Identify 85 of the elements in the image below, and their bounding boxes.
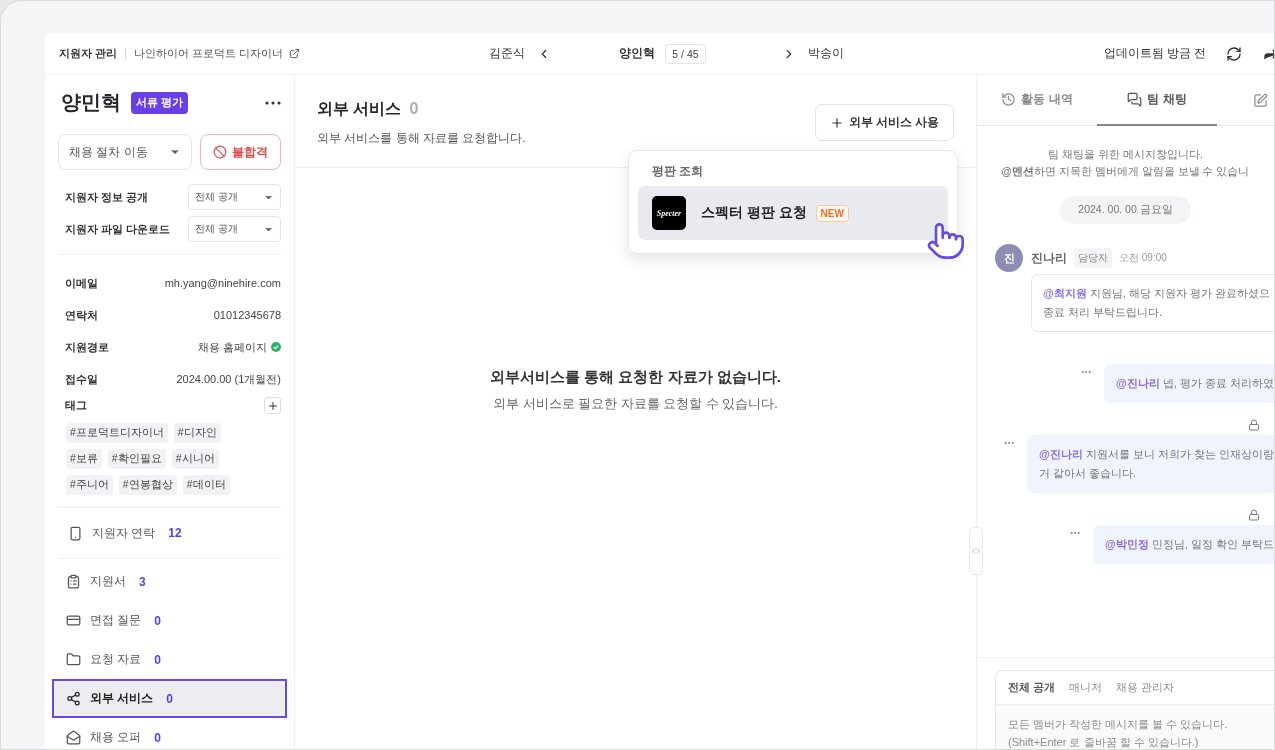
message-input[interactable]: 모든 멤버가 작성한 메시지를 볼 수 있습니다. (Shift+Enter 로 줄바꿈 할 수 있습니다.) <box>996 704 1274 749</box>
section-nav-item[interactable]: 외부 서비스 0 <box>56 683 283 714</box>
clipboard-icon <box>66 574 81 589</box>
visibility-select[interactable]: 전체 공개 <box>188 216 281 242</box>
chat-notice: 팀 채팅을 위한 메시지창입니다. @멘션하면 지목한 멤버에게 알림을 보낼 수 있습니 <box>1000 147 1251 179</box>
tag: #프로덕트디자이너 <box>66 423 168 443</box>
plus-icon <box>266 399 279 412</box>
prohibited-icon <box>213 145 227 159</box>
tag: #주니어 <box>66 475 113 495</box>
date-separator: 2024. 00. 00 금요일 <box>1060 196 1191 224</box>
refresh-button[interactable] <box>1226 45 1242 62</box>
section-nav-item[interactable]: 지원서 3 <box>56 566 283 597</box>
envelope-icon <box>66 730 81 745</box>
tags-label: 태그 <box>65 398 87 413</box>
dropdown-group-label: 평판 조회 <box>651 163 705 180</box>
tag: #보류 <box>66 449 102 469</box>
refresh-icon <box>1226 45 1242 62</box>
add-tag-button[interactable] <box>264 397 281 414</box>
info-label: 연락처 <box>65 307 98 323</box>
folder-icon <box>66 652 81 667</box>
job-link[interactable]: 나인하이어 프로덕트 디자이너 <box>133 46 300 61</box>
info-value: mh.yang@ninehire.com <box>164 277 281 289</box>
section-title: 외부 서비스 0 <box>317 99 420 119</box>
info-label: 이메일 <box>65 275 98 291</box>
panel-resize-handle[interactable] <box>969 527 983 575</box>
candidate-position: 5 / 45 <box>665 43 706 64</box>
info-value: 01012345678 <box>213 309 281 321</box>
section-subtitle: 외부 서비스를 통해 자료를 요청합니다. <box>317 130 526 147</box>
message-bubble: @최지원 지원님, 해당 지원자 평가 완료하셨으 종료 처리 부탁드립니다. <box>1031 274 1274 332</box>
verified-check-icon <box>271 342 281 352</box>
info-label: 지원경로 <box>65 339 109 355</box>
tag: #연봉협상 <box>118 475 177 495</box>
candidate-name: 양민혁 <box>61 90 121 115</box>
reject-button[interactable]: 불합격 <box>200 134 281 170</box>
edit-icon <box>1253 92 1268 108</box>
current-candidate-name: 양인혁 <box>619 45 656 62</box>
add-service-button[interactable]: 외부 서비스 사용 <box>814 104 954 141</box>
message-bubble: @박민정 민정님, 일정 확인 부탁드 <box>1093 525 1274 564</box>
dropdown-item[interactable]: Specter 스펙터 평판 요청 NEW <box>638 186 948 240</box>
lock-icon <box>1248 509 1260 521</box>
section-nav-item[interactable]: 채용 오퍼 0 <box>56 722 283 749</box>
info-value: 2024.00.00 (1개월전) <box>176 371 281 387</box>
chevrons-icon <box>971 546 981 556</box>
phone-icon <box>68 525 83 541</box>
visibility-tab[interactable]: 채용 관리자 <box>1116 680 1175 695</box>
setting-label: 지원자 정보 공개 <box>65 189 149 205</box>
role-badge: 담당자 <box>1074 248 1112 268</box>
share-icon <box>66 691 81 706</box>
visibility-select[interactable]: 전체 공개 <box>188 184 281 210</box>
update-status: 업데이트됨 방금 전 <box>1103 46 1206 61</box>
chat-bubbles-icon <box>1127 92 1143 107</box>
contact-nav-item[interactable]: 지원자 연락 12 <box>58 520 281 546</box>
empty-text: 외부 서비스로 필요한 자료를 요청할 수 있습니다. <box>493 396 778 413</box>
more-button[interactable] <box>265 100 281 105</box>
external-link-icon <box>288 48 300 59</box>
card-icon <box>66 613 81 628</box>
history-icon <box>1001 92 1017 107</box>
more-icon <box>265 100 281 105</box>
info-label: 접수일 <box>65 371 98 387</box>
tag: #디자인 <box>173 423 221 443</box>
avatar: 진 <box>995 244 1023 272</box>
previous-candidate-link[interactable]: 김준식 <box>489 45 526 62</box>
message-time: 오전 09:00 <box>1119 251 1167 265</box>
panel-tab[interactable]: 팀 채팅 <box>1097 75 1217 126</box>
stage-select[interactable]: 채용 절차 이동 <box>58 134 192 170</box>
breadcrumb-section: 지원자 관리 <box>59 46 117 61</box>
next-candidate-link[interactable]: 박송이 <box>807 45 844 62</box>
stage-badge: 서류 평가 <box>131 91 188 114</box>
service-logo: Specter <box>652 196 686 230</box>
lock-icon <box>1248 419 1260 431</box>
visibility-tab[interactable]: 매니저 <box>1069 680 1103 695</box>
tag: #시니어 <box>171 449 219 469</box>
section-nav-item[interactable]: 요청 자료 0 <box>56 644 283 675</box>
message-bubble: @진나리 넵, 평가 종료 처리하였 <box>1104 364 1274 403</box>
info-value: 채용 홈페이지 <box>197 339 267 355</box>
section-nav-item[interactable]: 면접 질문 0 <box>56 605 283 636</box>
empty-title: 외부서비스를 통해 요청한 자료가 없습니다. <box>490 368 781 387</box>
new-badge: NEW <box>815 204 849 222</box>
tag: #확인필요 <box>107 449 166 469</box>
setting-label: 지원자 파일 다운로드 <box>65 221 171 237</box>
tag: #데이터 <box>182 475 230 495</box>
visibility-tab[interactable]: 전체 공개 <box>1008 680 1056 695</box>
plus-icon <box>829 115 844 130</box>
message-bubble: @진나리 지원서를 보니 저희가 찾는 인재상이랑 거 같아서 좋습니다. <box>1027 435 1274 493</box>
message-author: 진나리 <box>1031 249 1067 267</box>
